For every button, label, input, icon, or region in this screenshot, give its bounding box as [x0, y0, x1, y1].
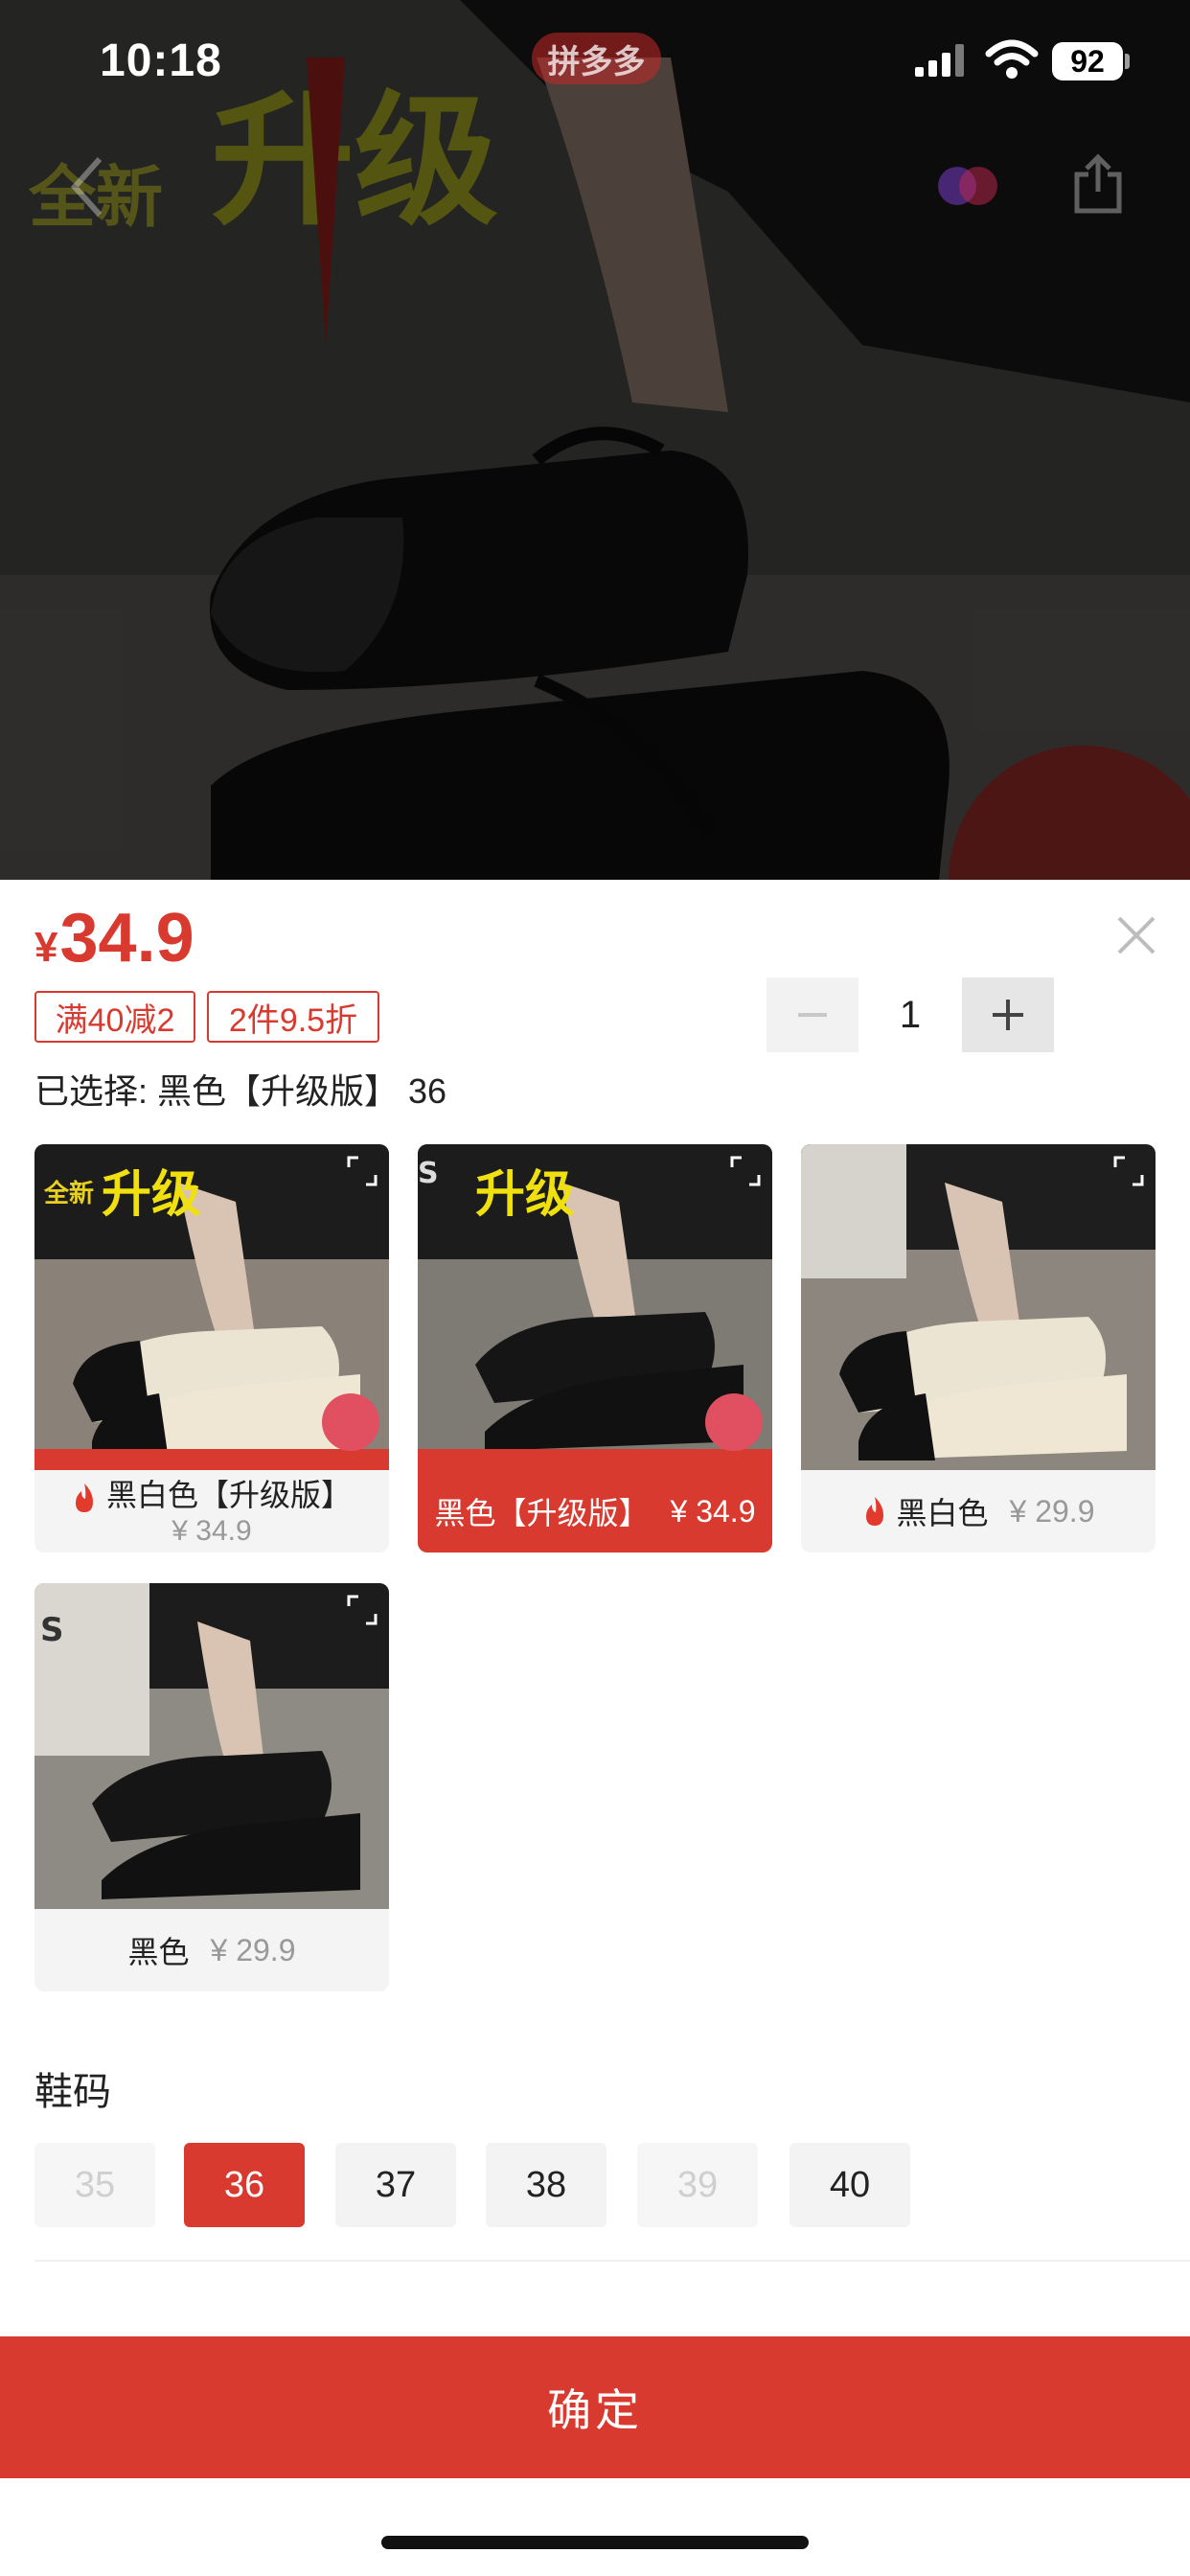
- size-section-title: 鞋码: [34, 2071, 111, 2113]
- variant-price: ¥ 34.9: [172, 1515, 252, 1547]
- variant-price: ¥ 34.9: [670, 1493, 756, 1529]
- variant-label: 黑白色: [896, 1496, 989, 1530]
- confirm-button[interactable]: 确定: [0, 2336, 1190, 2478]
- expand-icon[interactable]: [345, 1593, 379, 1632]
- variant-label: 黑白色【升级版】: [105, 1478, 352, 1512]
- size-option-38[interactable]: 38: [486, 2143, 606, 2227]
- size-option-40[interactable]: 40: [790, 2143, 910, 2227]
- dim-overlay: [0, 0, 1190, 880]
- selected-sku-text: 已选择: 黑色【升级版】 36: [34, 1071, 447, 1111]
- variant-photo: [801, 1144, 1156, 1470]
- sku-selection-sheet: ¥ 34.9 满40减2 2件9.5折 1 已选择: 黑色【升级版】 36 全新…: [0, 880, 1190, 2576]
- size-option-35[interactable]: 35: [34, 2143, 155, 2227]
- variant-label: 黑色【升级版】: [434, 1496, 650, 1530]
- size-option-37[interactable]: 37: [335, 2143, 456, 2227]
- fire-icon: [75, 1483, 93, 1512]
- variant-card-black-white-upgrade[interactable]: 全新 升级 黑白色【升级版】 ¥ 34.9: [34, 1144, 389, 1552]
- close-icon[interactable]: [1113, 912, 1159, 963]
- shop-logo-icon[interactable]: [934, 165, 1001, 207]
- svg-text:S: S: [40, 1611, 64, 1649]
- price-value: 34.9: [59, 900, 195, 977]
- expand-icon[interactable]: [345, 1154, 379, 1193]
- variant-price: ¥ 29.9: [1009, 1493, 1095, 1529]
- divider: [34, 2260, 1190, 2262]
- quantity-value[interactable]: 1: [872, 978, 949, 1052]
- svg-text:升级: 升级: [102, 1166, 201, 1224]
- svg-text:升级: 升级: [475, 1166, 575, 1224]
- variant-photo: S: [34, 1583, 389, 1909]
- plus-icon: [993, 1000, 1023, 1030]
- variant-price: ¥ 29.9: [210, 1932, 296, 1967]
- status-time: 10:18: [100, 35, 222, 86]
- variant-card-black-upgrade[interactable]: S 升级 黑色【升级版】 ¥ 34.9: [418, 1144, 772, 1552]
- variant-label: 黑色: [127, 1935, 190, 1969]
- expand-icon[interactable]: [728, 1154, 763, 1193]
- battery-tip: [1125, 54, 1130, 69]
- promo-tag-discount: 满40减2: [34, 991, 195, 1043]
- fire-icon: [865, 1497, 883, 1526]
- variant-label-row: 黑白色【升级版】: [72, 1477, 352, 1513]
- minus-icon: [798, 1013, 827, 1017]
- expand-icon[interactable]: [1111, 1154, 1146, 1193]
- variant-caption: 黑色 ¥ 29.9: [34, 1909, 389, 1991]
- price-currency: ¥: [34, 924, 58, 971]
- variant-card-black-white[interactable]: 黑白色 ¥ 29.9: [801, 1144, 1156, 1552]
- size-option-39[interactable]: 39: [637, 2143, 758, 2227]
- variant-caption: 黑色【升级版】 ¥ 34.9: [418, 1470, 772, 1552]
- variant-photo: 全新 升级: [34, 1144, 389, 1470]
- svg-text:全新: 全新: [43, 1179, 94, 1208]
- promo-tag-bundle: 2件9.5折: [207, 991, 379, 1043]
- price: ¥ 34.9: [34, 899, 195, 978]
- variant-card-black[interactable]: S 黑色 ¥ 29.9: [34, 1583, 389, 1991]
- app-badge: 拼多多: [532, 33, 661, 84]
- variant-photo: S 升级: [418, 1144, 772, 1470]
- size-option-36[interactable]: 36: [184, 2143, 305, 2227]
- quantity-decrease-button[interactable]: [767, 978, 858, 1052]
- product-hero-image: 全新 升级 10:18 拼多多 92: [0, 0, 1190, 880]
- battery-level: 92: [1070, 43, 1105, 79]
- quantity-increase-button[interactable]: [962, 978, 1054, 1052]
- variant-caption: 黑白色 ¥ 29.9: [801, 1470, 1156, 1552]
- variant-caption: 黑白色【升级版】 ¥ 34.9: [34, 1470, 389, 1552]
- home-indicator: [381, 2536, 809, 2549]
- battery-icon: 92: [1052, 42, 1123, 80]
- svg-text:S: S: [418, 1157, 439, 1190]
